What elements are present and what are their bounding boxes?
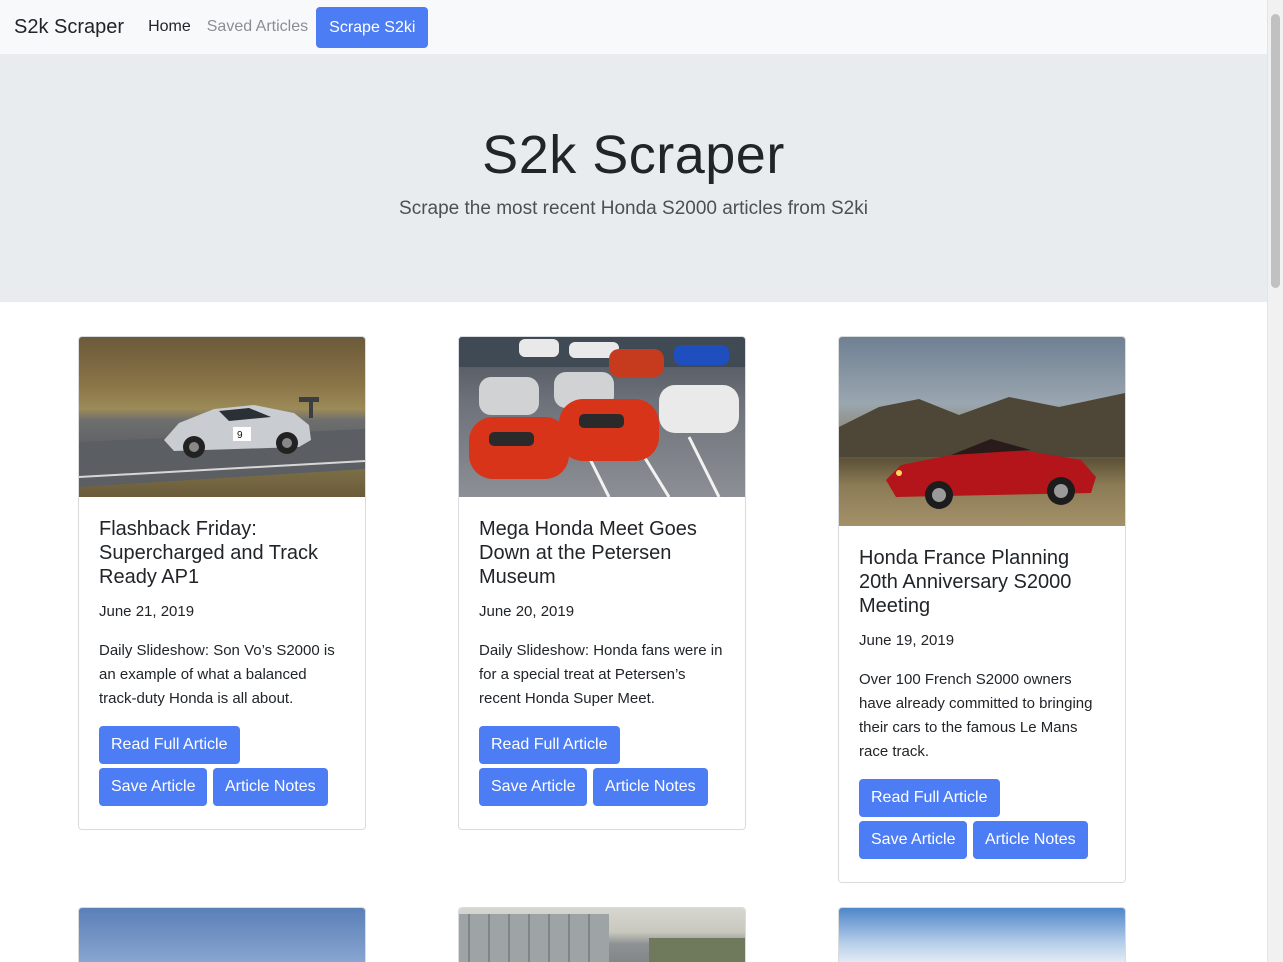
- article-image: 9: [79, 337, 365, 497]
- article-card: [458, 907, 746, 962]
- article-card: Mega Honda Meet Goes Down at the Peterse…: [458, 336, 746, 830]
- nav-link-saved-articles[interactable]: Saved Articles: [207, 18, 308, 36]
- read-full-article-button[interactable]: Read Full Article: [859, 779, 1000, 817]
- article-date: June 20, 2019: [479, 603, 575, 620]
- car-meet-image-art: [459, 337, 745, 497]
- hero-jumbotron: S2k Scraper Scrape the most recent Honda…: [0, 54, 1267, 302]
- scrollbar-thumb[interactable]: [1271, 14, 1280, 288]
- save-article-button[interactable]: Save Article: [479, 768, 588, 806]
- article-date: June 21, 2019: [99, 603, 195, 620]
- article-notes-button[interactable]: Article Notes: [592, 768, 708, 806]
- race-car-image-art: 9: [79, 397, 365, 487]
- article-image: [459, 908, 745, 962]
- article-summary: Daily Slideshow: Honda fans were in for …: [479, 642, 723, 707]
- hero-title: S2k Scraper: [482, 125, 785, 185]
- article-card: Honda France Planning 20th Anniversary S…: [838, 336, 1126, 883]
- article-image: [839, 337, 1125, 526]
- svg-text:9: 9: [237, 430, 243, 441]
- scrape-button[interactable]: Scrape S2ki: [316, 6, 429, 48]
- article-card: [78, 907, 366, 962]
- article-image: [79, 908, 365, 962]
- save-article-button[interactable]: Save Article: [859, 821, 968, 859]
- read-full-article-button[interactable]: Read Full Article: [479, 726, 620, 764]
- article-notes-button[interactable]: Article Notes: [972, 821, 1088, 859]
- building-image-art: [459, 914, 745, 962]
- article-image: [459, 337, 745, 497]
- save-article-button[interactable]: Save Article: [99, 768, 208, 806]
- read-full-article-button[interactable]: Read Full Article: [99, 726, 240, 764]
- navbar: S2k Scraper Home Saved Articles Scrape S…: [0, 0, 1267, 54]
- hero-subtitle: Scrape the most recent Honda S2000 artic…: [399, 198, 868, 219]
- article-summary: Over 100 French S2000 owners have alread…: [859, 671, 1093, 760]
- article-title: Mega Honda Meet Goes Down at the Peterse…: [479, 518, 697, 588]
- article-date: June 19, 2019: [859, 632, 955, 649]
- nav-link-home[interactable]: Home: [148, 18, 191, 36]
- article-notes-button[interactable]: Article Notes: [212, 768, 328, 806]
- page-scrollbar[interactable]: [1267, 0, 1283, 962]
- article-image: [839, 908, 1125, 962]
- article-card: [838, 907, 1126, 962]
- article-summary: Daily Slideshow: Son Vo’s S2000 is an ex…: [99, 642, 335, 707]
- article-title: Honda France Planning 20th Anniversary S…: [859, 547, 1072, 617]
- article-card: 9 Flashback Friday: Supercharged and Tra…: [78, 336, 366, 830]
- red-roadster-image-art: [839, 393, 1125, 509]
- article-title: Flashback Friday: Supercharged and Track…: [99, 518, 319, 588]
- navbar-brand[interactable]: S2k Scraper: [14, 16, 124, 39]
